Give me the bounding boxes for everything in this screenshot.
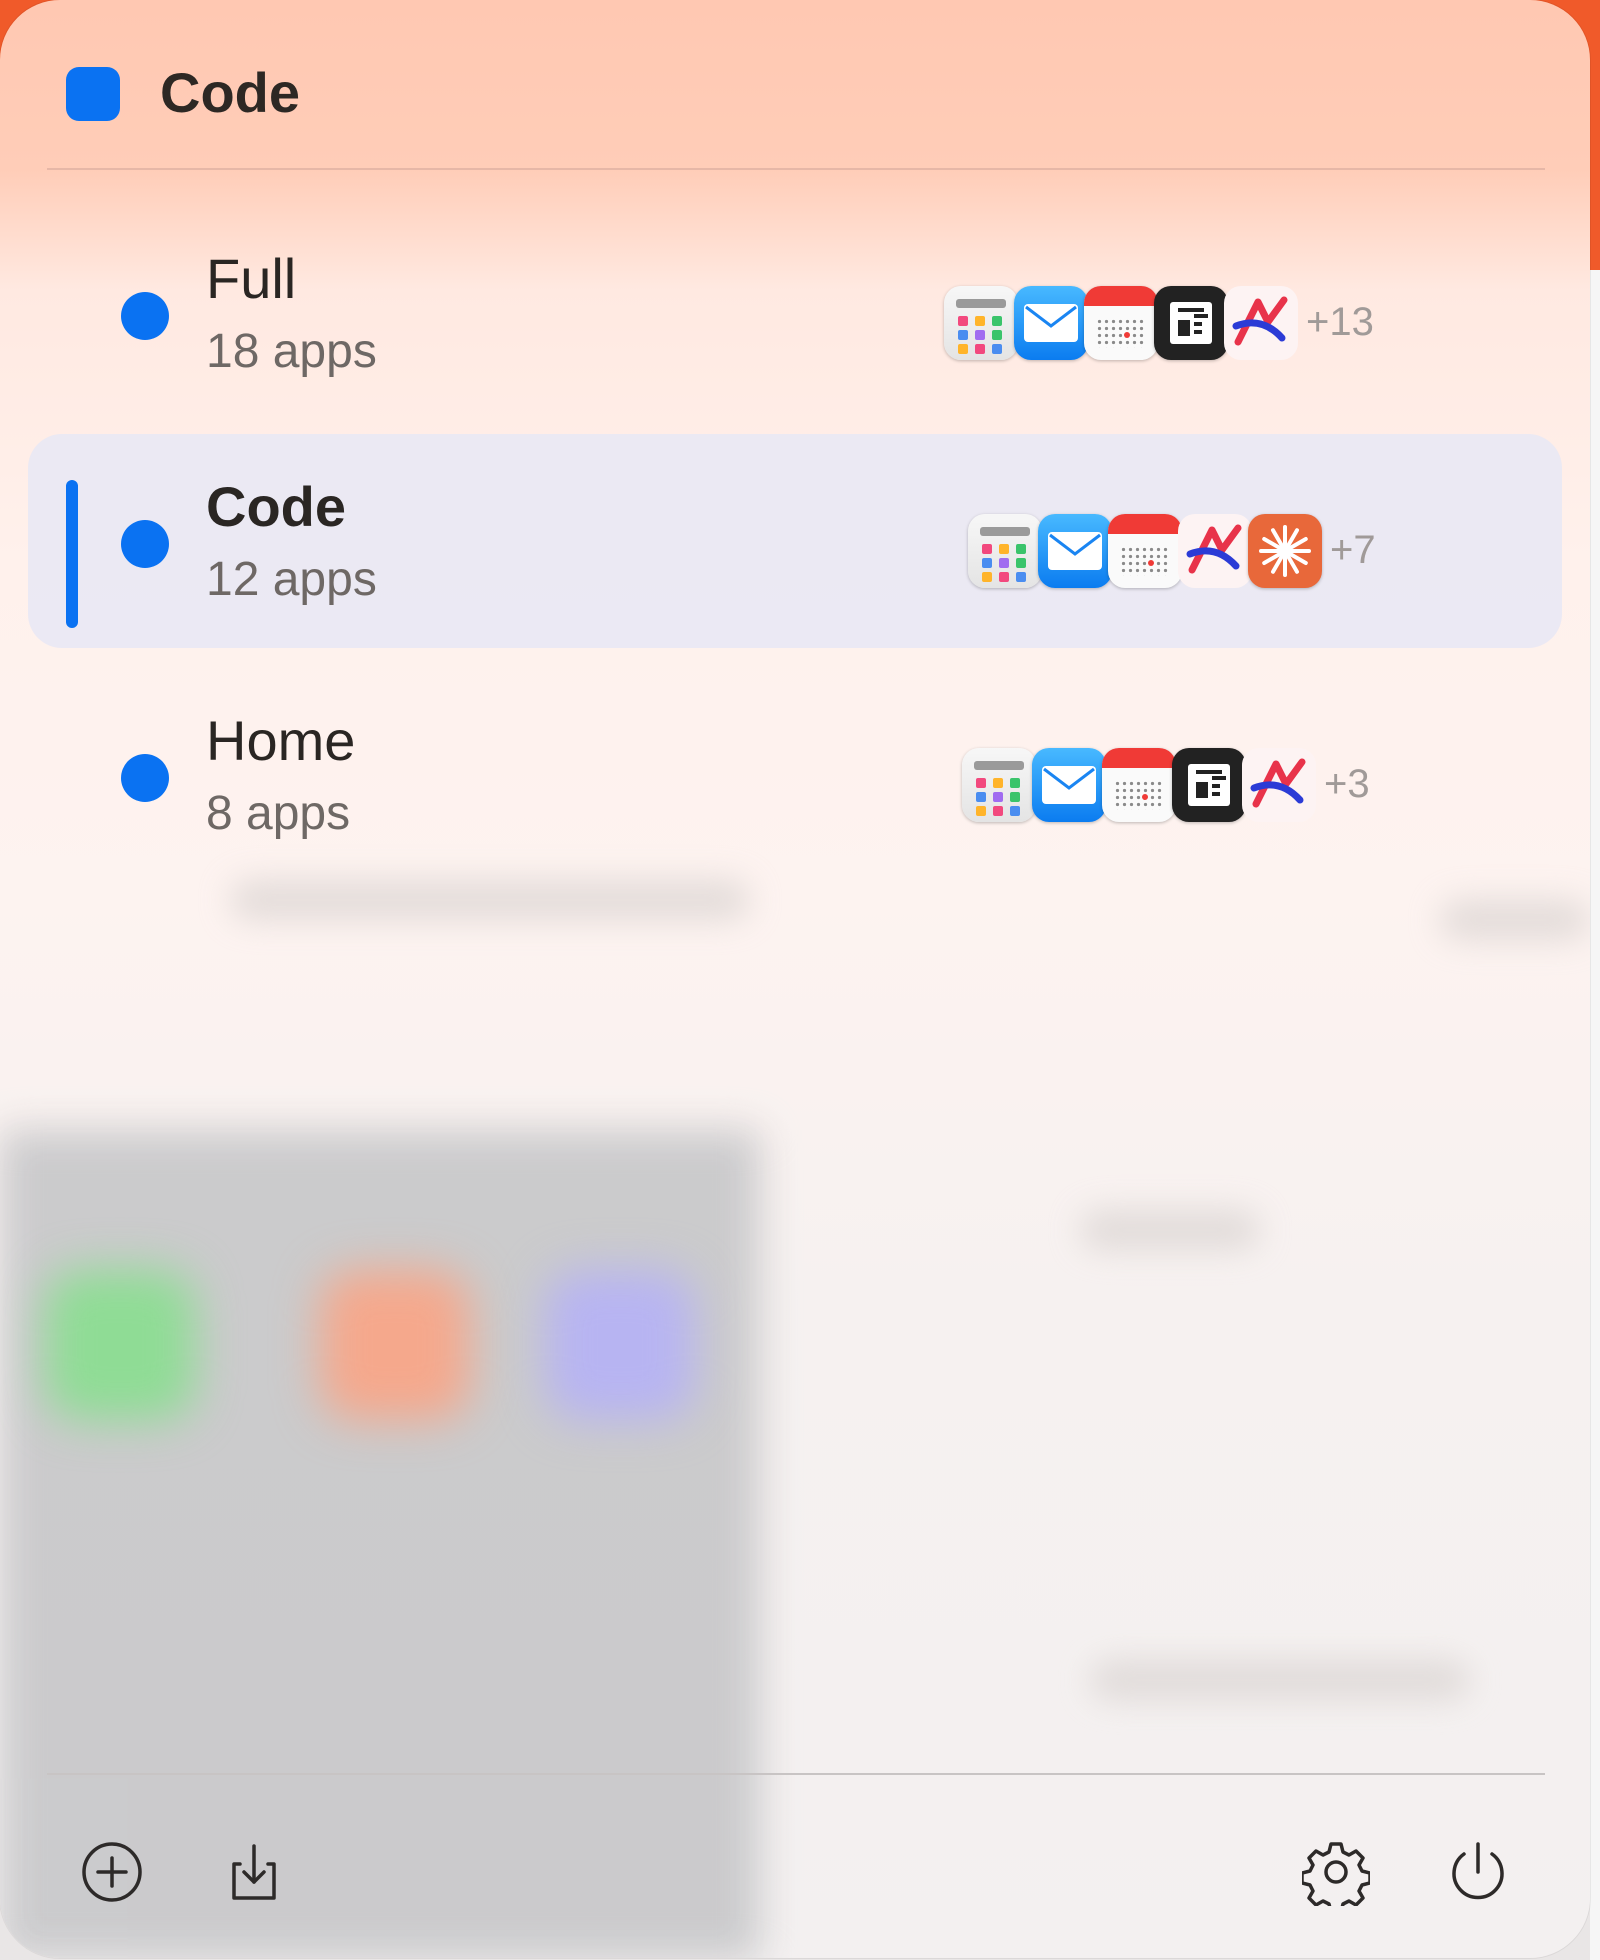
launchpad-icon: [968, 514, 1042, 588]
background-blur-orange: [320, 1270, 470, 1420]
selected-indicator: [66, 480, 78, 628]
calendar-icon: [1102, 748, 1176, 822]
profile-row-code[interactable]: Code 12 apps +7: [28, 434, 1562, 648]
calendar-icon: [1084, 286, 1158, 360]
profile-color-dot: [121, 754, 169, 802]
background-blur-purple: [545, 1270, 695, 1420]
more-apps-count: +7: [1330, 528, 1376, 572]
mail-icon: [1038, 514, 1112, 588]
plus-circle-icon: [82, 1842, 142, 1902]
background-blur-line: [1440, 900, 1590, 940]
profile-app-count: 12 apps: [206, 553, 377, 606]
background-blur-green: [45, 1270, 195, 1420]
import-profile-button[interactable]: [220, 1838, 288, 1906]
launchpad-icon: [962, 748, 1036, 822]
news-icon: [1154, 286, 1228, 360]
quit-button[interactable]: [1444, 1838, 1512, 1906]
mail-icon: [1032, 748, 1106, 822]
background-blur-line: [230, 880, 750, 920]
news-icon: [1172, 748, 1246, 822]
desktop-background-right: [1590, 270, 1600, 1960]
header-divider: [47, 168, 1545, 170]
arc-icon: [1224, 286, 1298, 360]
calendar-icon: [1108, 514, 1182, 588]
background-blur-line: [1090, 1660, 1470, 1700]
background-window-ghost: [0, 1130, 760, 1958]
popover-header: Code: [0, 0, 1590, 170]
more-apps-count: +3: [1324, 762, 1370, 806]
profiles-popover: Code Full 18 apps +13 Code 12 apps +7 Home 8 ap…: [0, 0, 1590, 1958]
profile-app-count: 18 apps: [206, 325, 377, 378]
add-profile-button[interactable]: [78, 1838, 146, 1906]
profile-app-count: 8 apps: [206, 787, 351, 840]
active-profile-color-swatch: [66, 67, 120, 121]
profile-color-dot: [121, 520, 169, 568]
gear-icon: [1300, 1842, 1372, 1914]
import-icon: [232, 1844, 276, 1900]
launchpad-icon: [944, 286, 1018, 360]
profile-name: Home: [206, 709, 356, 772]
more-apps-count: +13: [1306, 300, 1374, 344]
claude-icon: [1248, 514, 1322, 588]
profile-name: Code: [206, 475, 346, 538]
arc-icon: [1178, 514, 1252, 588]
power-icon: [1452, 1842, 1504, 1900]
settings-button[interactable]: [1300, 1838, 1372, 1914]
profile-row-full[interactable]: Full 18 apps +13: [28, 206, 1562, 420]
profile-row-home[interactable]: Home 8 apps +3: [28, 668, 1562, 882]
active-profile-title: Code: [160, 61, 300, 124]
arc-icon: [1242, 748, 1316, 822]
profile-color-dot: [121, 292, 169, 340]
background-blur-line: [1080, 1210, 1260, 1250]
profile-name: Full: [206, 247, 297, 310]
footer-divider: [47, 1773, 1545, 1775]
mail-icon: [1014, 286, 1088, 360]
